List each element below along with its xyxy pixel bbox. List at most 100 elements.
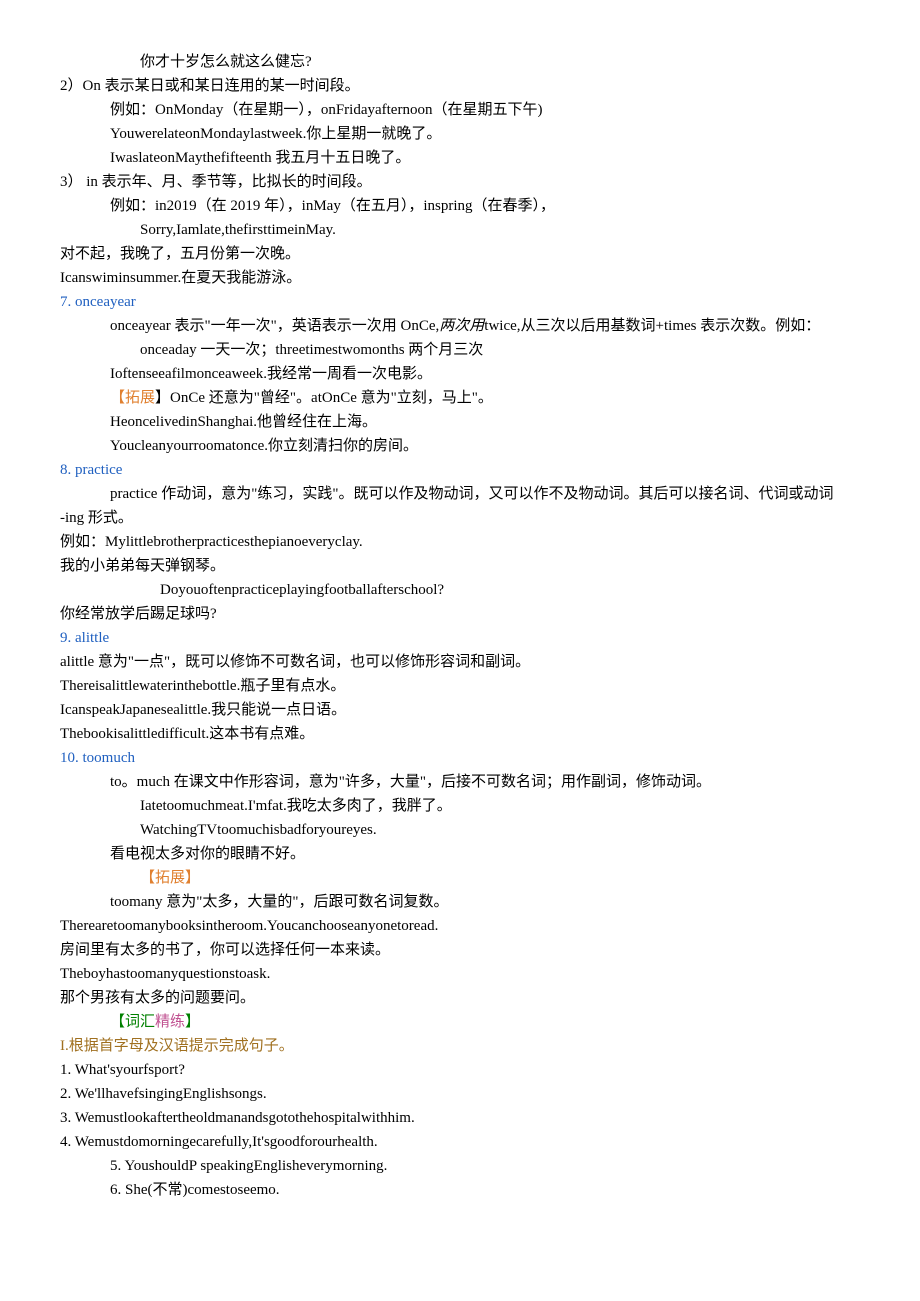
text-line: 你经常放学后踢足球吗? xyxy=(60,602,860,626)
text-line: alittle 意为"一点"，既可以修饰不可数名词，也可以修饰形容词和副词。 xyxy=(60,650,860,674)
text-line: -ing 形式。 xyxy=(60,506,860,530)
text-line: Iatetoomuchmeat.I'mfat.我吃太多肉了，我胖了。 xyxy=(60,794,860,818)
text-segment: Thebookisalittledifficult.这本书有点难。 xyxy=(60,726,314,742)
text-line: 8. practice xyxy=(60,458,860,482)
text-segment: 例如：in2019（在 2019 年），inMay（在五月），inspring（… xyxy=(110,198,555,214)
text-line: WatchingTVtoomuchisbadforyoureyes. xyxy=(60,818,860,842)
text-segment: 拓展 xyxy=(125,390,155,406)
text-line: 例如：in2019（在 2019 年），inMay（在五月），inspring（… xyxy=(60,194,860,218)
text-line: to。much 在课文中作形容词，意为"许多，大量"，后接不可数名词；用作副词，… xyxy=(60,770,860,794)
text-line: IwaslateonMaythefifteenth 我五月十五日晚了。 xyxy=(60,146,860,170)
text-line: I.根据首字母及汉语提示完成句子。 xyxy=(60,1034,860,1058)
text-line: onceaday 一天一次；threetimestwomonths 两个月三次 xyxy=(60,338,860,362)
text-segment: 你经常放学后踢足球吗? xyxy=(60,606,217,622)
text-line: 5. YoushouldP speakingEnglisheverymornin… xyxy=(60,1154,860,1178)
text-line: 9. alittle xyxy=(60,626,860,650)
text-segment: YouwerelateonMondaylastweek.你上星期一就晚了。 xyxy=(110,126,441,142)
text-segment: IwaslateonMaythefifteenth 我五月十五日晚了。 xyxy=(110,150,410,166)
text-line: 对不起，我晚了，五月份第一次晚。 xyxy=(60,242,860,266)
text-line: 7. onceayear xyxy=(60,290,860,314)
text-segment: 【 xyxy=(110,390,125,406)
text-segment: Doyouoftenpracticeplayingfootballaftersc… xyxy=(160,582,444,598)
text-segment: OnCe 还意为"曾经"。atOnCe 意为"立刻，马上"。 xyxy=(170,390,493,406)
text-segment: Icanswiminsummer.在夏天我能游泳。 xyxy=(60,270,301,286)
text-segment: WatchingTVtoomuchisbadforyoureyes. xyxy=(140,822,377,838)
text-segment: 1. What'syourfsport? xyxy=(60,1062,185,1078)
text-segment: 9. alittle xyxy=(60,630,109,646)
text-segment: 】 xyxy=(155,390,170,406)
text-segment: 例如：Mylittlebrotherpracticesthepianoevery… xyxy=(60,534,363,550)
text-line: 你才十岁怎么就这么健忘? xyxy=(60,50,860,74)
text-line: toomany 意为"太多，大量的"，后跟可数名词复数。 xyxy=(60,890,860,914)
text-segment: 6. She(不常)comestoseemo. xyxy=(110,1182,280,1198)
text-line: onceayear 表示"一年一次"，英语表示一次用 OnCe,两次用twice… xyxy=(60,314,860,338)
text-line: 看电视太多对你的眼睛不好。 xyxy=(60,842,860,866)
text-line: 那个男孩有太多的问题要问。 xyxy=(60,986,860,1010)
text-segment: -ing 形式。 xyxy=(60,510,133,526)
text-segment: 看电视太多对你的眼睛不好。 xyxy=(110,846,305,862)
text-line: 3） in 表示年、月、季节等，比拟长的时间段。 xyxy=(60,170,860,194)
text-segment: Iatetoomuchmeat.I'mfat.我吃太多肉了，我胖了。 xyxy=(140,798,452,814)
text-segment: alittle 意为"一点"，既可以修饰不可数名词，也可以修饰形容词和副词。 xyxy=(60,654,530,670)
text-segment: 我的小弟弟每天弹钢琴。 xyxy=(60,558,225,574)
text-line: HeoncelivedinShanghai.他曾经住在上海。 xyxy=(60,410,860,434)
text-segment: to。much 在课文中作形容词，意为"许多，大量"，后接不可数名词；用作副词，… xyxy=(110,774,711,790)
text-segment: 2）On 表示某日或和某日连用的某一时间段。 xyxy=(60,78,360,94)
text-line: Therearetoomanybooksintheroom.Youcanchoo… xyxy=(60,914,860,938)
text-segment: IcanspeakJapanesealittle.我只能说一点日语。 xyxy=(60,702,346,718)
text-line: 4. Wemustdomorningecarefully,It'sgoodfor… xyxy=(60,1130,860,1154)
text-segment: toomany 意为"太多，大量的"，后跟可数名词复数。 xyxy=(110,894,449,910)
text-line: Icanswiminsummer.在夏天我能游泳。 xyxy=(60,266,860,290)
text-line: 【拓展】 xyxy=(60,866,860,890)
text-segment: Thereisalittlewaterinthebottle.瓶子里有点水。 xyxy=(60,678,345,694)
text-segment: Youcleanyourroomatonce.你立刻清扫你的房间。 xyxy=(110,438,418,454)
text-line: 1. What'syourfsport? xyxy=(60,1058,860,1082)
text-segment: 3） in 表示年、月、季节等，比拟长的时间段。 xyxy=(60,174,372,190)
text-segment: 房间里有太多的书了，你可以选择任何一本来读。 xyxy=(60,942,390,958)
text-line: practice 作动词，意为"练习，实践"。既可以作及物动词，又可以作不及物动… xyxy=(60,482,860,506)
text-segment: 】 xyxy=(185,1014,200,1030)
text-line: 我的小弟弟每天弹钢琴。 xyxy=(60,554,860,578)
text-segment: Theboyhastoomanyquestionstoask. xyxy=(60,966,270,982)
text-line: Theboyhastoomanyquestionstoask. xyxy=(60,962,860,986)
text-line: Thebookisalittledifficult.这本书有点难。 xyxy=(60,722,860,746)
text-segment: 3. Wemustlookaftertheoldmanandsgototheho… xyxy=(60,1110,415,1126)
text-segment: 5. YoushouldP speakingEnglisheverymornin… xyxy=(110,1158,387,1174)
text-line: 2）On 表示某日或和某日连用的某一时间段。 xyxy=(60,74,860,98)
text-line: 【拓展】OnCe 还意为"曾经"。atOnCe 意为"立刻，马上"。 xyxy=(60,386,860,410)
text-line: Thereisalittlewaterinthebottle.瓶子里有点水。 xyxy=(60,674,860,698)
text-line: Doyouoftenpracticeplayingfootballaftersc… xyxy=(60,578,860,602)
text-line: 3. Wemustlookaftertheoldmanandsgototheho… xyxy=(60,1106,860,1130)
text-segment: onceayear 表示"一年一次"，英语表示一次用 OnCe, xyxy=(110,318,439,334)
text-line: 例如：Mylittlebrotherpracticesthepianoevery… xyxy=(60,530,860,554)
text-line: IcanspeakJapanesealittle.我只能说一点日语。 xyxy=(60,698,860,722)
text-segment: Therearetoomanybooksintheroom.Youcanchoo… xyxy=(60,918,438,934)
text-segment: 精练 xyxy=(155,1014,185,1030)
text-line: 【词汇精练】 xyxy=(60,1010,860,1034)
text-segment: 【拓展】 xyxy=(140,870,200,886)
document-body: 你才十岁怎么就这么健忘? 2）On 表示某日或和某日连用的某一时间段。例如：OnM… xyxy=(60,50,860,1202)
text-segment: 对不起，我晚了，五月份第一次晚。 xyxy=(60,246,300,262)
text-segment: HeoncelivedinShanghai.他曾经住在上海。 xyxy=(110,414,377,430)
text-line: YouwerelateonMondaylastweek.你上星期一就晚了。 xyxy=(60,122,860,146)
text-line: Youcleanyourroomatonce.你立刻清扫你的房间。 xyxy=(60,434,860,458)
text-segment: 那个男孩有太多的问题要问。 xyxy=(60,990,255,1006)
text-line: 例如：OnMonday（在星期一），onFridayafternoon（在星期五… xyxy=(60,98,860,122)
text-segment: 8. practice xyxy=(60,462,122,478)
text-segment: 4. Wemustdomorningecarefully,It'sgoodfor… xyxy=(60,1134,378,1150)
text-segment: 两次用 xyxy=(439,318,484,334)
text-line: 10. toomuch xyxy=(60,746,860,770)
text-segment: twice,从三次以后用基数词+times 表示次数。例如： xyxy=(484,318,820,334)
text-segment: 7. onceayear xyxy=(60,294,136,310)
text-segment: 例如：OnMonday（在星期一），onFridayafternoon（在星期五… xyxy=(110,102,542,118)
text-segment: onceaday 一天一次；threetimestwomonths 两个月三次 xyxy=(140,342,483,358)
text-segment: practice 作动词，意为"练习，实践"。既可以作及物动词，又可以作不及物动… xyxy=(110,486,833,502)
text-line: Sorry,Iamlate,thefirsttimeinMay. xyxy=(60,218,860,242)
text-segment: I.根据首字母及汉语提示完成句子。 xyxy=(60,1038,294,1054)
text-segment: 【词汇 xyxy=(110,1014,155,1030)
text-line: Ioftenseeafilmonceaweek.我经常一周看一次电影。 xyxy=(60,362,860,386)
text-line: 2. We'llhavefsingingEnglishsongs. xyxy=(60,1082,860,1106)
text-segment: Ioftenseeafilmonceaweek.我经常一周看一次电影。 xyxy=(110,366,432,382)
text-segment: 2. We'llhavefsingingEnglishsongs. xyxy=(60,1086,267,1102)
text-line: 6. She(不常)comestoseemo. xyxy=(60,1178,860,1202)
